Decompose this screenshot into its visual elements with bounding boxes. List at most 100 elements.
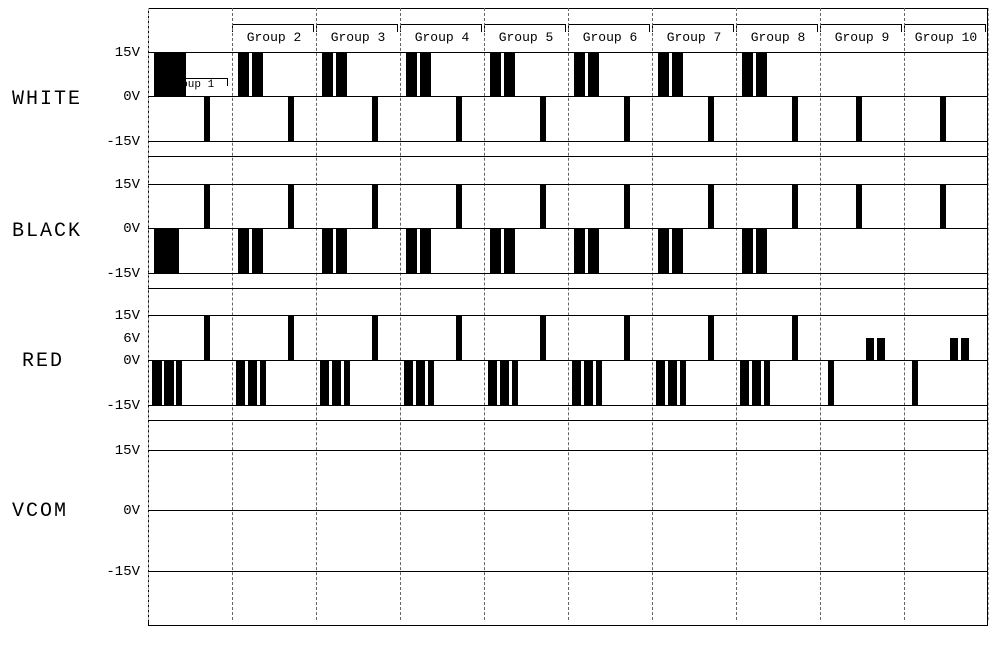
group-label: Group 6 bbox=[576, 30, 644, 45]
pulse bbox=[322, 228, 333, 273]
pulse bbox=[238, 228, 249, 273]
pulse bbox=[540, 96, 546, 141]
pulse bbox=[204, 315, 210, 360]
pulse bbox=[420, 228, 431, 273]
pulse bbox=[204, 184, 210, 228]
pulse bbox=[288, 96, 294, 141]
pulse bbox=[792, 96, 798, 141]
group-divider bbox=[232, 8, 233, 620]
label-red: RED bbox=[22, 350, 64, 373]
pulse bbox=[961, 338, 969, 360]
red-m15: -15V bbox=[106, 398, 140, 414]
pulse bbox=[856, 184, 862, 228]
group-label: Group 9 bbox=[828, 30, 896, 45]
pulse bbox=[877, 338, 885, 360]
pulse bbox=[152, 360, 162, 405]
ref-line bbox=[148, 156, 988, 157]
pulse bbox=[504, 52, 515, 96]
pulse bbox=[260, 360, 266, 405]
pulse bbox=[404, 360, 413, 405]
pulse bbox=[756, 228, 767, 273]
white-15: 15V bbox=[115, 45, 140, 61]
pulse bbox=[176, 360, 182, 405]
pulse bbox=[406, 52, 417, 96]
pulse bbox=[588, 52, 599, 96]
pulse bbox=[658, 228, 669, 273]
pulse bbox=[740, 360, 749, 405]
ref-line bbox=[148, 405, 988, 406]
pulse bbox=[708, 184, 714, 228]
pulse bbox=[154, 228, 172, 273]
pulse bbox=[420, 52, 431, 96]
pulse bbox=[950, 338, 958, 360]
pulse bbox=[490, 228, 501, 273]
group-label: Group 4 bbox=[408, 30, 476, 45]
pulse bbox=[416, 360, 425, 405]
label-black: BLACK bbox=[12, 220, 82, 243]
ref-line bbox=[148, 360, 988, 361]
pulse bbox=[828, 360, 834, 405]
pulse bbox=[658, 52, 669, 96]
group-label: Group 7 bbox=[660, 30, 728, 45]
pulse bbox=[672, 228, 683, 273]
waveform-diagram: WHITE BLACK RED VCOM 15V 0V -15V 15V 0V … bbox=[0, 0, 1000, 647]
group-divider bbox=[820, 8, 821, 620]
pulse bbox=[756, 52, 767, 96]
group-divider bbox=[484, 8, 485, 620]
pulse bbox=[500, 360, 509, 405]
red-0: 0V bbox=[123, 353, 140, 369]
pulse bbox=[584, 360, 593, 405]
pulse bbox=[204, 96, 210, 141]
pulse bbox=[248, 360, 257, 405]
pulse bbox=[856, 96, 862, 141]
pulse bbox=[154, 52, 168, 96]
pulse bbox=[668, 360, 677, 405]
pulse bbox=[540, 315, 546, 360]
pulse bbox=[372, 184, 378, 228]
ref-line bbox=[148, 228, 988, 229]
group-label: Group 8 bbox=[744, 30, 812, 45]
pulse bbox=[672, 52, 683, 96]
pulse bbox=[288, 315, 294, 360]
pulse bbox=[574, 52, 585, 96]
group-divider bbox=[736, 8, 737, 620]
pulse bbox=[164, 360, 174, 405]
white-m15: -15V bbox=[106, 134, 140, 150]
ref-line bbox=[148, 273, 988, 274]
pulse bbox=[332, 360, 341, 405]
pulse bbox=[708, 96, 714, 141]
white-0: 0V bbox=[123, 89, 140, 105]
ref-line bbox=[148, 288, 988, 289]
ref-line bbox=[148, 141, 988, 142]
pulse bbox=[752, 360, 761, 405]
black-15: 15V bbox=[115, 177, 140, 193]
pulse bbox=[288, 184, 294, 228]
group-divider bbox=[568, 8, 569, 620]
pulse bbox=[574, 228, 585, 273]
group-divider bbox=[904, 8, 905, 620]
pulse bbox=[236, 360, 245, 405]
pulse bbox=[428, 360, 434, 405]
pulse bbox=[456, 184, 462, 228]
ref-line bbox=[148, 184, 988, 185]
ref-line bbox=[148, 450, 988, 451]
pulse bbox=[488, 360, 497, 405]
group-divider bbox=[652, 8, 653, 620]
pulse bbox=[504, 228, 515, 273]
group-label: Group 3 bbox=[324, 30, 392, 45]
black-m15: -15V bbox=[106, 266, 140, 282]
pulse bbox=[238, 52, 249, 96]
pulse bbox=[656, 360, 665, 405]
vcom-15: 15V bbox=[115, 443, 140, 459]
pulse bbox=[624, 184, 630, 228]
group-divider bbox=[400, 8, 401, 620]
pulse bbox=[742, 228, 753, 273]
group-label: Group 5 bbox=[492, 30, 560, 45]
group-divider bbox=[988, 8, 989, 620]
ref-line bbox=[148, 315, 988, 316]
vcom-m15: -15V bbox=[106, 564, 140, 580]
pulse bbox=[456, 96, 462, 141]
ref-line bbox=[148, 52, 988, 53]
red-15: 15V bbox=[115, 308, 140, 324]
group-divider bbox=[148, 8, 149, 620]
